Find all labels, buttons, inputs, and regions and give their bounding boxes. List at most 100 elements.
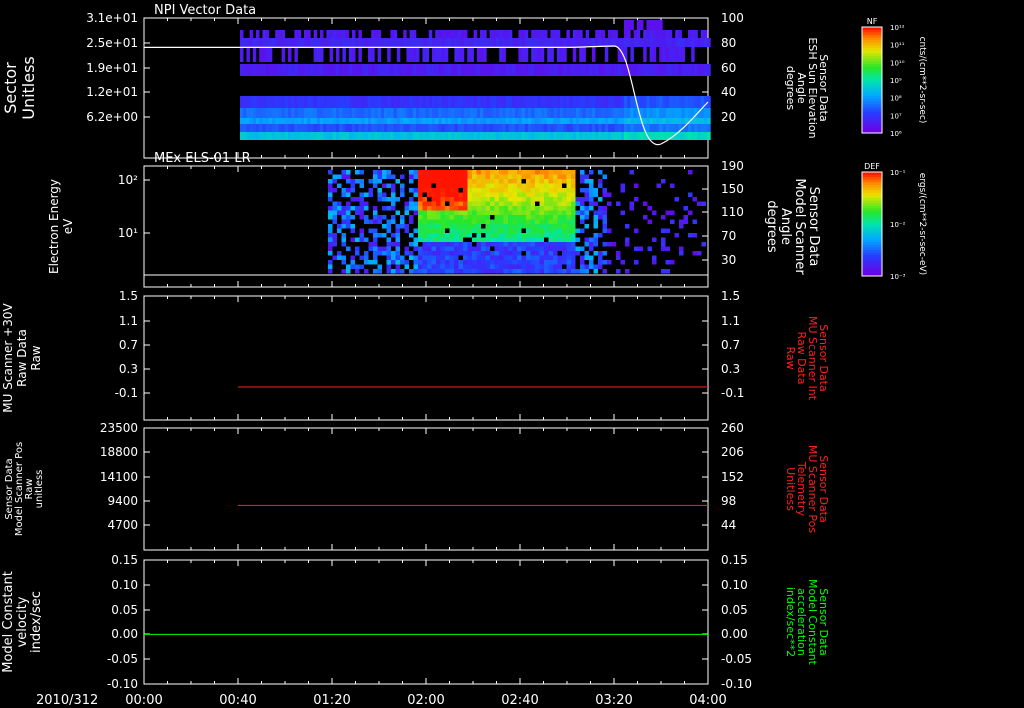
heatmap-cell xyxy=(427,192,432,197)
heatmap-cell xyxy=(409,242,414,247)
heatmap-cell xyxy=(350,179,355,184)
heatmap-cell xyxy=(548,170,553,175)
y-tick-right-label: 0.7 xyxy=(721,338,740,352)
colorbar-units: cnts/(cm**2-sr-sec) xyxy=(917,37,927,124)
heatmap-cell xyxy=(633,30,638,38)
heatmap-cell xyxy=(499,183,504,188)
heatmap-cell xyxy=(571,210,576,215)
heatmap-cell xyxy=(339,38,343,47)
heatmap-cell xyxy=(499,47,503,62)
heatmap-cell xyxy=(313,108,318,118)
heatmap-cell xyxy=(518,64,522,76)
heatmap-cell xyxy=(431,246,436,251)
heatmap-cell xyxy=(678,47,682,62)
heatmap-cell xyxy=(607,260,612,265)
heatmap-cell xyxy=(630,108,634,118)
heatmap-cell xyxy=(243,132,247,140)
heatmap-cell xyxy=(544,30,548,38)
heatmap-cell xyxy=(704,108,708,118)
heatmap-cell xyxy=(396,47,401,62)
heatmap-cell xyxy=(548,228,553,233)
heatmap-cell xyxy=(486,38,490,47)
heatmap-cell xyxy=(569,96,574,108)
y-tick-label: 1.1 xyxy=(119,314,138,328)
heatmap-cell xyxy=(445,264,450,269)
heatmap-cell xyxy=(436,251,441,256)
heatmap-cell xyxy=(608,132,612,140)
heatmap-cell xyxy=(272,108,276,118)
heatmap-cell xyxy=(550,38,554,47)
heatmap-cell xyxy=(490,233,495,238)
heatmap-cell xyxy=(416,132,420,140)
heatmap-cell xyxy=(661,242,666,247)
heatmap-cell xyxy=(592,38,596,47)
heatmap-cell xyxy=(406,64,410,76)
heatmap-cell xyxy=(499,228,504,233)
heatmap-cell xyxy=(463,251,468,256)
heatmap-cell xyxy=(571,219,576,224)
heatmap-cell xyxy=(521,201,526,206)
heatmap-cell xyxy=(674,233,679,238)
heatmap-cell xyxy=(259,64,263,76)
heatmap-cell xyxy=(517,174,522,179)
heatmap-cell xyxy=(539,255,544,260)
colorbar-tick: 10⁻³ xyxy=(890,273,906,281)
heatmap-cell xyxy=(540,64,545,76)
heatmap-cell xyxy=(502,30,506,38)
heatmap-cell xyxy=(490,251,495,256)
heatmap-cell xyxy=(431,197,436,202)
heatmap-cell xyxy=(440,170,445,175)
heatmap-cell xyxy=(463,242,468,247)
heatmap-cell xyxy=(449,269,454,274)
heatmap-cell xyxy=(694,30,698,38)
heatmap-cell xyxy=(521,264,526,269)
heatmap-cell xyxy=(454,233,459,238)
heatmap-cell xyxy=(656,20,660,30)
heatmap-cell xyxy=(440,192,445,197)
heatmap-cell xyxy=(320,30,324,38)
heatmap-cell xyxy=(454,170,459,175)
heatmap-cell xyxy=(432,96,436,108)
heatmap-cell xyxy=(557,174,562,179)
heatmap-cell xyxy=(404,201,409,206)
heatmap-cell xyxy=(633,38,638,47)
heatmap-cell xyxy=(517,170,522,175)
heatmap-cell xyxy=(582,47,586,62)
heatmap-cell xyxy=(575,197,580,202)
heatmap-cell xyxy=(380,124,385,132)
heatmap-cell xyxy=(449,237,454,242)
heatmap-cell xyxy=(483,132,487,140)
heatmap-cell xyxy=(364,96,369,108)
heatmap-cell xyxy=(476,197,481,202)
heatmap-cell xyxy=(700,118,705,124)
heatmap-cell xyxy=(259,38,263,47)
heatmap-cell xyxy=(387,132,391,140)
heatmap-cell xyxy=(526,233,531,238)
heatmap-cell xyxy=(553,30,558,38)
heatmap-cell xyxy=(485,242,490,247)
heatmap-cell xyxy=(359,264,364,269)
heatmap-cell xyxy=(368,219,373,224)
heatmap-cell xyxy=(553,197,558,202)
heatmap-cell xyxy=(593,251,598,256)
heatmap-cell xyxy=(316,118,321,124)
heatmap-cell xyxy=(571,224,576,229)
heatmap-cell xyxy=(391,233,396,238)
heatmap-cell xyxy=(374,96,378,108)
heatmap-cell xyxy=(535,215,540,220)
heatmap-cell xyxy=(346,215,351,220)
heatmap-cell xyxy=(490,219,495,224)
colorbar-tick: 10⁻¹ xyxy=(890,169,906,177)
heatmap-cell xyxy=(359,179,364,184)
heatmap-cell xyxy=(535,224,540,229)
heatmap-cell xyxy=(566,210,571,215)
heatmap-cell xyxy=(337,174,342,179)
heatmap-cell xyxy=(449,242,454,247)
heatmap-cell xyxy=(472,170,477,175)
heatmap-cell xyxy=(505,30,510,38)
heatmap-cell xyxy=(476,246,481,251)
heatmap-cell xyxy=(463,170,468,175)
heatmap-cell xyxy=(431,242,436,247)
heatmap-cell xyxy=(448,96,452,108)
heatmap-cell xyxy=(579,108,583,118)
